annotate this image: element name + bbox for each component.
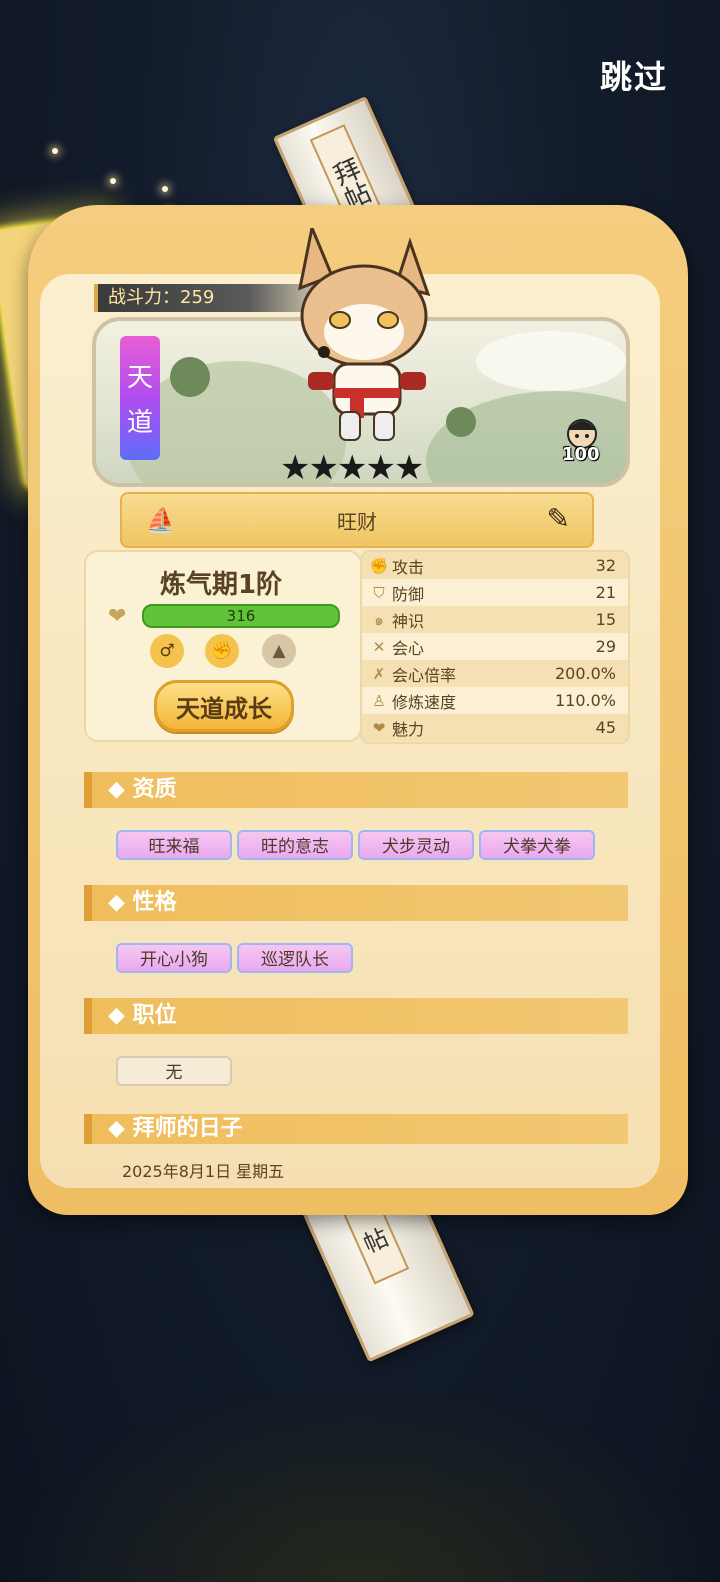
brush-icon[interactable]: ✎ xyxy=(547,502,570,535)
stat-value: 45 xyxy=(595,718,616,737)
combat-power-value: 259 xyxy=(180,287,215,308)
hp-bar: 316 xyxy=(142,604,340,628)
personality-tag[interactable]: 巡逻队长 xyxy=(237,943,353,973)
stat-value: 110.0% xyxy=(554,691,616,710)
stat-row-attack: ✊ 攻击 32 xyxy=(362,552,628,579)
disciple-count: 100 xyxy=(562,444,600,465)
stat-value: 200.0% xyxy=(554,664,616,683)
meditate-icon: ♙ xyxy=(372,691,386,710)
section-position-header: ◆ 职位 xyxy=(84,998,628,1034)
fist-icon: ✊ xyxy=(369,556,389,575)
combat-power-label: 战斗力 xyxy=(108,287,162,308)
section-aptitude-header: ◆ 资质 xyxy=(84,772,628,808)
stat-label: 神识 xyxy=(392,611,425,631)
stat-value: 32 xyxy=(595,556,616,575)
stat-row-cultivation-speed: ♙ 修炼速度 110.0% xyxy=(362,687,628,714)
ground-shadow xyxy=(0,1382,720,1582)
fist-icon[interactable]: ✊ xyxy=(205,634,239,668)
tree-shape xyxy=(446,407,476,437)
stat-row-critical: ✕ 会心 29 xyxy=(362,633,628,660)
rank-badge: 天 道 xyxy=(120,336,160,460)
crit-multiplier-icon: ✗ xyxy=(372,664,386,683)
section-apprentice-day-header: ◆ 拜师的日子 xyxy=(84,1114,628,1144)
star-rating: ★★★★★ xyxy=(280,448,424,488)
skip-button[interactable]: 跳过 xyxy=(600,52,668,98)
spirit-icon: ๑ xyxy=(374,610,384,629)
realm-level: 炼气期1阶 xyxy=(159,570,283,600)
tree-shape xyxy=(170,357,210,397)
crossed-swords-icon: ✕ xyxy=(372,637,386,656)
character-name: 旺财 xyxy=(337,510,377,534)
aptitude-tag[interactable]: 犬拳犬拳 xyxy=(479,830,595,860)
stat-label: 会心 xyxy=(392,638,425,658)
apprentice-date: 2025年8月1日 星期五 xyxy=(122,1162,285,1181)
aptitude-tag[interactable]: 旺的意志 xyxy=(237,830,353,860)
stat-label: 会心倍率 xyxy=(392,665,457,685)
colon: ： xyxy=(162,287,180,308)
firefly-particle xyxy=(52,148,58,154)
stat-label: 修炼速度 xyxy=(392,692,457,712)
stat-value: 21 xyxy=(595,583,616,602)
personality-tag[interactable]: 开心小狗 xyxy=(116,943,232,973)
section-personality-header: ◆ 性格 xyxy=(84,885,628,921)
stat-value: 15 xyxy=(595,610,616,629)
name-bar: ⛵ 旺财 ✎ xyxy=(120,492,594,548)
aptitude-tag[interactable]: 旺来福 xyxy=(116,830,232,860)
stat-value: 29 xyxy=(595,637,616,656)
shield-icon: ⛉ xyxy=(373,583,385,602)
cloud-shape xyxy=(476,331,626,391)
firefly-particle xyxy=(162,186,168,192)
stat-row-defense: ⛉ 防御 21 xyxy=(362,579,628,606)
male-icon[interactable]: ♂ xyxy=(150,634,184,668)
firefly-particle xyxy=(110,178,116,184)
heart-icon: ❤ xyxy=(108,604,127,629)
aptitude-tag[interactable]: 犬步灵动 xyxy=(358,830,474,860)
stat-label: 魅力 xyxy=(392,719,425,739)
stat-row-spirit: ๑ 神识 15 xyxy=(362,606,628,633)
dog-character-portrait xyxy=(297,228,431,441)
heart-icon: ❤ xyxy=(372,718,386,737)
stat-label: 防御 xyxy=(392,584,425,604)
stats-table: ✊ 攻击 32 ⛉ 防御 21 ๑ 神识 15 ✕ 会心 29 ✗ 会心倍率 200.0% ♙ 修炼速… xyxy=(360,550,630,744)
stat-row-crit-multiplier: ✗ 会心倍率 200.0% xyxy=(362,660,628,687)
heaven-growth-button[interactable]: 天道成长 xyxy=(154,680,294,732)
mountain-icon[interactable]: ▲ xyxy=(262,634,296,668)
stat-label: 攻击 xyxy=(392,557,425,577)
stat-row-charm: ❤ 魅力 45 xyxy=(362,714,628,741)
rank-char: 道 xyxy=(126,408,153,438)
position-tag[interactable]: 无 xyxy=(116,1056,232,1086)
rank-char: 天 xyxy=(126,363,153,393)
